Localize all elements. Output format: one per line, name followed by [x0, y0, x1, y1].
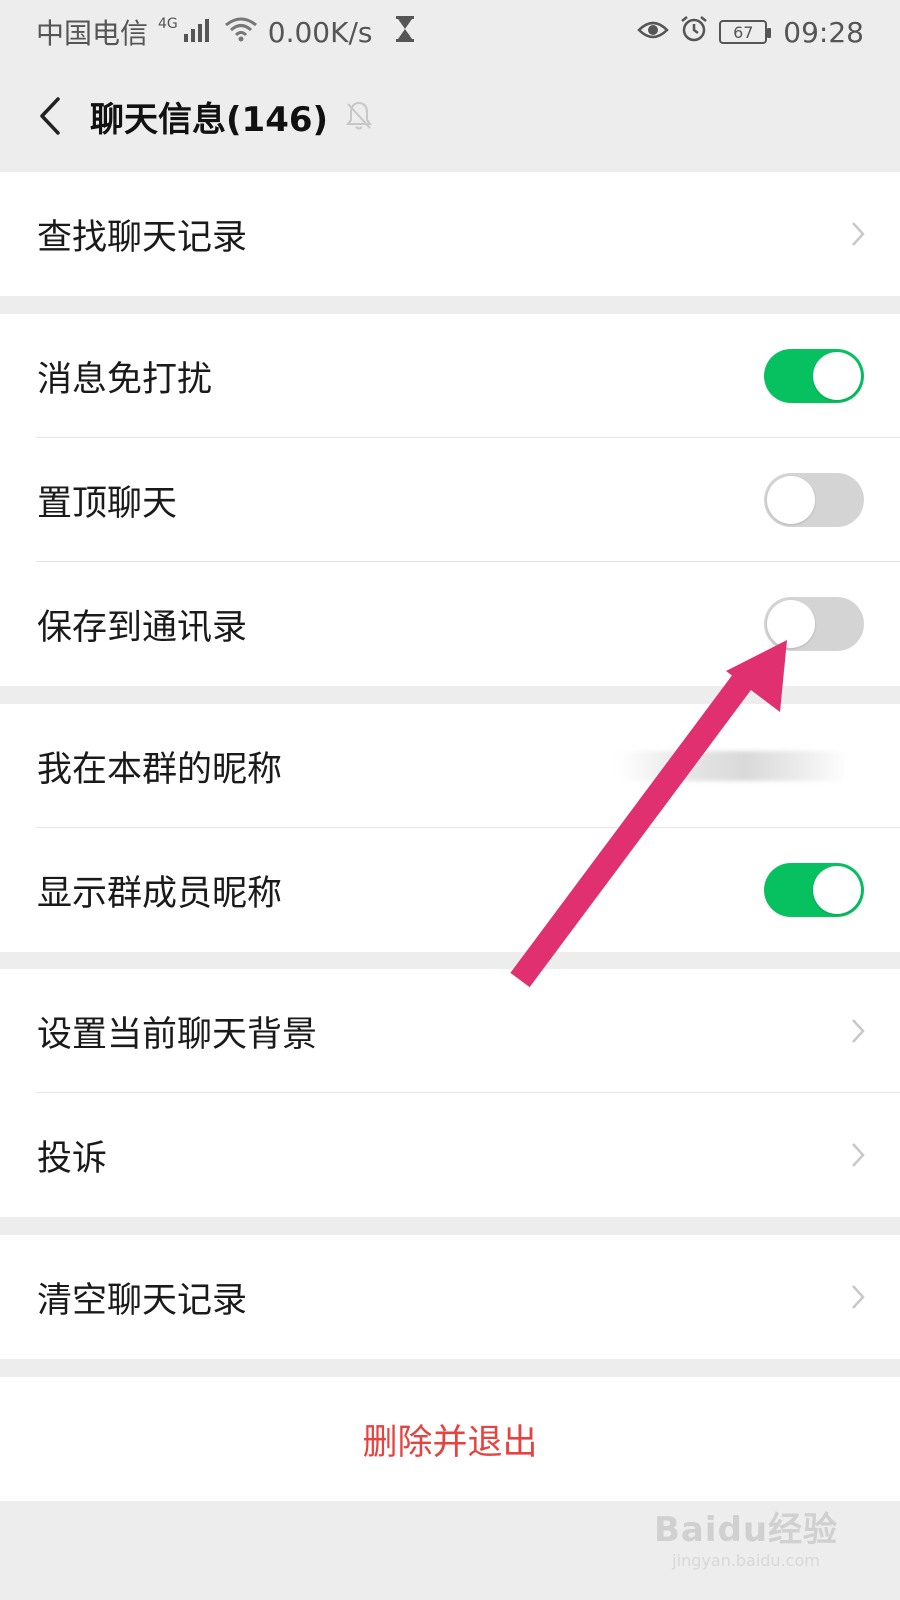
bell-off-icon — [344, 100, 374, 132]
network-speed: 0.00K/s — [267, 15, 373, 49]
settings-group-clear: 清空聊天记录 — [0, 1235, 900, 1359]
wifi-icon — [224, 16, 258, 49]
save-to-contacts-toggle[interactable] — [764, 597, 864, 651]
chevron-right-icon — [848, 219, 868, 249]
status-right: 67 09:28 — [637, 14, 864, 51]
alarm-icon — [679, 14, 709, 51]
complaint-row[interactable]: 投诉 — [0, 1093, 900, 1217]
settings-group-danger: 删除并退出 — [0, 1377, 900, 1501]
watermark-url: jingyan.baidu.com — [672, 1551, 820, 1570]
row-label: 设置当前聊天背景 — [37, 1014, 318, 1055]
toggle-knob — [767, 476, 815, 524]
row-label: 投诉 — [37, 1138, 108, 1179]
delete-and-exit-button[interactable]: 删除并退出 — [0, 1377, 900, 1501]
chevron-right-icon — [848, 1016, 868, 1046]
mute-notifications-row: 消息免打扰 — [0, 314, 900, 438]
pin-chat-toggle[interactable] — [764, 473, 864, 527]
row-label: 置顶聊天 — [37, 483, 178, 524]
row-label: 显示群成员昵称 — [37, 873, 283, 914]
chevron-right-icon — [848, 1140, 868, 1170]
search-chat-history-row[interactable]: 查找聊天记录 — [0, 172, 900, 296]
show-member-nicknames-row: 显示群成员昵称 — [0, 828, 900, 952]
row-label: 消息免打扰 — [37, 359, 213, 400]
status-bar: 中国电信 4G 0.00K/s 67 09:28 — [0, 0, 900, 64]
signal-icon — [183, 16, 214, 49]
eye-icon — [637, 16, 670, 49]
clear-chat-history-row[interactable]: 清空聊天记录 — [0, 1235, 900, 1359]
show-member-nicknames-toggle[interactable] — [764, 863, 864, 917]
page-title: 聊天信息(146) — [90, 99, 329, 140]
toggle-knob — [813, 352, 861, 400]
row-label: 清空聊天记录 — [37, 1280, 248, 1321]
settings-group-background: 设置当前聊天背景 投诉 — [0, 969, 900, 1217]
toggle-knob — [813, 866, 861, 914]
my-group-nickname-row[interactable]: 我在本群的昵称 — [0, 704, 900, 828]
save-to-contacts-row: 保存到通讯录 — [0, 562, 900, 686]
mute-notifications-toggle[interactable] — [764, 349, 864, 403]
row-label: 保存到通讯录 — [37, 607, 248, 648]
hourglass-icon — [395, 15, 415, 50]
carrier-name: 中国电信 — [36, 17, 149, 50]
header-bar: 聊天信息(146) — [0, 64, 900, 168]
nickname-value-blurred — [618, 751, 848, 781]
settings-group-toggles: 消息免打扰 置顶聊天 保存到通讯录 — [0, 314, 900, 686]
status-left: 中国电信 4G 0.00K/s — [36, 12, 415, 52]
row-label: 查找聊天记录 — [37, 217, 248, 258]
settings-group-search: 查找聊天记录 — [0, 172, 900, 296]
chevron-right-icon — [848, 1282, 868, 1312]
settings-group-nickname: 我在本群的昵称 显示群成员昵称 — [0, 704, 900, 952]
row-label: 我在本群的昵称 — [37, 749, 283, 790]
clock-time: 09:28 — [783, 15, 864, 49]
network-type: 4G — [158, 16, 178, 32]
watermark-logo: Baidu经验 — [653, 1510, 839, 1550]
pin-chat-row: 置顶聊天 — [0, 438, 900, 562]
battery-icon: 67 — [719, 20, 772, 44]
chat-background-row[interactable]: 设置当前聊天背景 — [0, 969, 900, 1093]
battery-level: 67 — [733, 22, 754, 42]
toggle-knob — [767, 600, 815, 648]
watermark: Baidu经验 jingyan.baidu.com — [646, 1502, 846, 1570]
back-arrow-icon[interactable] — [30, 91, 70, 141]
